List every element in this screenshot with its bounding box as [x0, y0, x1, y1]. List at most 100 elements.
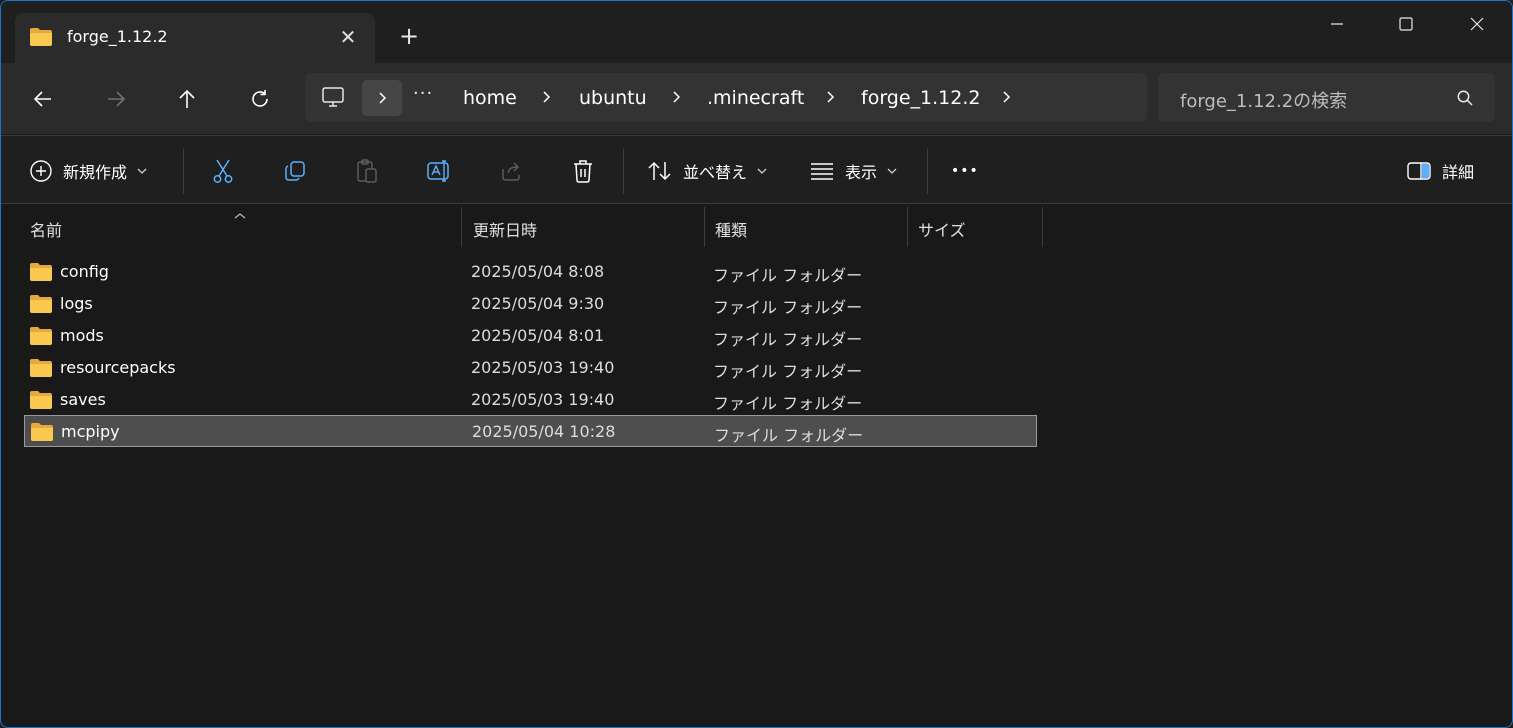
- divider: [623, 148, 624, 194]
- list-item[interactable]: mods 2025/05/04 8:01 ファイル フォルダー: [24, 320, 1037, 352]
- details-pane-icon: [1407, 162, 1431, 180]
- sort-button[interactable]: 並べ替え: [647, 154, 767, 188]
- breadcrumb-home[interactable]: home: [463, 87, 517, 109]
- path-expand-button[interactable]: [362, 80, 402, 116]
- file-modified: 2025/05/03 19:40: [471, 358, 615, 377]
- refresh-icon: [252, 90, 268, 107]
- tab-close-icon[interactable]: ✕: [335, 25, 361, 51]
- chevron-down-icon: [137, 168, 147, 174]
- sort-ascending-icon: [233, 205, 247, 224]
- cut-button[interactable]: [211, 154, 235, 188]
- back-button[interactable]: [23, 79, 63, 119]
- column-header-modified[interactable]: 更新日時: [473, 217, 537, 241]
- file-type: ファイル フォルダー: [713, 362, 863, 381]
- breadcrumb-ubuntu[interactable]: ubuntu: [579, 87, 647, 109]
- rename-button[interactable]: [426, 154, 452, 188]
- folder-icon: [29, 358, 53, 382]
- search-placeholder: forge_1.12.2の検索: [1180, 91, 1348, 112]
- chevron-right-icon[interactable]: [671, 89, 683, 108]
- folder-icon: [30, 422, 54, 446]
- copy-button[interactable]: [283, 154, 307, 188]
- sort-label: 並べ替え: [683, 163, 748, 182]
- this-pc-icon[interactable]: [321, 85, 345, 113]
- file-type: ファイル フォルダー: [713, 330, 863, 349]
- sort-icon: [648, 161, 671, 181]
- list-item[interactable]: resourcepacks 2025/05/03 19:40 ファイル フォルダ…: [24, 352, 1037, 384]
- details-label: 詳細: [1442, 163, 1475, 182]
- copy-icon: [285, 161, 305, 181]
- folder-icon: [29, 294, 53, 318]
- file-name: mods: [60, 326, 104, 345]
- close-window-button[interactable]: [1459, 9, 1495, 39]
- divider: [183, 148, 184, 194]
- list-item[interactable]: config 2025/05/04 8:08 ファイル フォルダー: [24, 256, 1037, 288]
- new-button[interactable]: 新規作成: [29, 154, 147, 188]
- chevron-right-icon[interactable]: [541, 89, 553, 108]
- new-label: 新規作成: [63, 163, 128, 182]
- delete-button[interactable]: [571, 154, 595, 188]
- chevron-right-icon[interactable]: [1001, 89, 1013, 108]
- path-overflow-button[interactable]: ···: [413, 83, 433, 104]
- new-icon: [30, 160, 52, 182]
- rename-icon: [427, 160, 449, 182]
- search-input[interactable]: forge_1.12.2の検索: [1158, 73, 1495, 122]
- breadcrumb-minecraft[interactable]: .minecraft: [707, 87, 804, 109]
- arrow-right-icon: [108, 91, 126, 107]
- column-divider[interactable]: [907, 207, 908, 247]
- view-icon: [811, 163, 833, 180]
- details-pane-button[interactable]: 詳細: [1406, 154, 1474, 188]
- file-name: logs: [60, 294, 93, 313]
- up-button[interactable]: [167, 79, 207, 119]
- column-divider[interactable]: [461, 207, 462, 247]
- arrow-up-icon: [179, 89, 195, 108]
- view-button[interactable]: 表示: [809, 154, 897, 188]
- file-modified: 2025/05/04 8:01: [471, 326, 605, 345]
- more-button[interactable]: •••: [951, 154, 979, 188]
- chevron-right-icon: [379, 92, 387, 104]
- view-label: 表示: [845, 163, 878, 182]
- folder-icon: [29, 262, 53, 286]
- chevron-right-icon[interactable]: [825, 89, 837, 108]
- file-name: saves: [60, 390, 106, 409]
- path-box[interactable]: ··· home ubuntu .minecraft forge_1.12.2: [305, 73, 1147, 122]
- divider: [927, 148, 928, 194]
- delete-icon: [574, 160, 592, 183]
- file-modified: 2025/05/04 10:28: [472, 422, 616, 441]
- paste-button[interactable]: [355, 154, 379, 188]
- cut-icon: [213, 159, 233, 183]
- arrow-left-icon: [33, 91, 51, 107]
- column-divider[interactable]: [704, 207, 705, 247]
- file-type: ファイル フォルダー: [713, 394, 863, 413]
- title-bar: forge_1.12.2 ✕ +: [1, 1, 1512, 63]
- column-divider[interactable]: [1042, 207, 1043, 247]
- column-header-size[interactable]: サイズ: [918, 217, 966, 241]
- column-header-row: 名前 更新日時 種類 サイズ: [1, 205, 1512, 247]
- tab-title: forge_1.12.2: [67, 27, 168, 46]
- file-name: resourcepacks: [60, 358, 176, 377]
- search-icon[interactable]: [1456, 89, 1474, 111]
- file-name: config: [60, 262, 109, 281]
- command-bar: 新規作成 並べ替え 表示 ••• 詳細: [1, 135, 1512, 204]
- paste-icon: [357, 159, 377, 183]
- list-item[interactable]: logs 2025/05/04 9:30 ファイル フォルダー: [24, 288, 1037, 320]
- chevron-down-icon: [887, 168, 897, 174]
- new-tab-button[interactable]: +: [395, 23, 423, 51]
- file-modified: 2025/05/04 8:08: [471, 262, 605, 281]
- address-bar: ··· home ubuntu .minecraft forge_1.12.2 …: [1, 63, 1512, 134]
- forward-button[interactable]: [96, 79, 136, 119]
- file-type: ファイル フォルダー: [714, 426, 864, 445]
- list-item[interactable]: saves 2025/05/03 19:40 ファイル フォルダー: [24, 384, 1037, 416]
- minimize-button[interactable]: [1319, 9, 1355, 39]
- maximize-button[interactable]: [1388, 9, 1424, 39]
- column-header-type[interactable]: 種類: [715, 217, 747, 241]
- breadcrumb-forge[interactable]: forge_1.12.2: [861, 87, 980, 109]
- folder-icon: [29, 326, 53, 350]
- tab-forge[interactable]: forge_1.12.2 ✕: [15, 13, 375, 63]
- file-type: ファイル フォルダー: [713, 298, 863, 317]
- share-button[interactable]: [499, 154, 523, 188]
- file-explorer-window: forge_1.12.2 ✕ + ··· home ubuntu .minecr…: [0, 0, 1513, 728]
- file-modified: 2025/05/04 9:30: [471, 294, 605, 313]
- refresh-button[interactable]: [240, 79, 280, 119]
- column-header-name[interactable]: 名前: [30, 217, 62, 241]
- list-item-selected[interactable]: mcpipy 2025/05/04 10:28 ファイル フォルダー: [24, 415, 1037, 447]
